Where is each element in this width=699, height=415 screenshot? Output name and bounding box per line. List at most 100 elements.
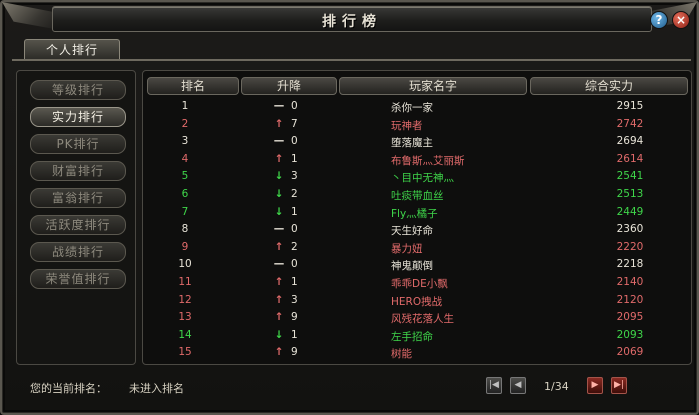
power-cell: 2220 bbox=[616, 240, 644, 253]
trend-arrow-icon: ↓ bbox=[274, 170, 284, 183]
table-row[interactable]: 11 ↑ 1 乖乖DE小飘 2140 bbox=[143, 275, 693, 290]
current-rank-label: 您的当前排名： bbox=[30, 382, 107, 395]
power-cell: 2694 bbox=[616, 135, 644, 148]
title-bar[interactable]: 排行榜 bbox=[52, 6, 652, 32]
trend-arrow-icon: — bbox=[273, 258, 285, 271]
power-cell: 2120 bbox=[616, 293, 644, 306]
next-page-icon[interactable]: ▶ bbox=[587, 377, 603, 394]
rank-cell: 12 bbox=[178, 293, 192, 306]
power-cell: 2915 bbox=[616, 100, 644, 112]
power-cell: 2218 bbox=[616, 258, 644, 271]
power-cell: 2513 bbox=[616, 188, 644, 200]
table-row[interactable]: 4 ↑ 1 布鲁斯灬艾丽斯 2614 bbox=[143, 152, 693, 167]
rank-cell: 8 bbox=[181, 223, 189, 236]
first-page-icon[interactable]: |◀ bbox=[486, 377, 502, 394]
table-row[interactable]: 7 ↓ 1 Fly灬橘子 2449 bbox=[143, 205, 693, 220]
rank-cell: 5 bbox=[181, 170, 189, 183]
category-button[interactable]: 财富排行 bbox=[30, 161, 126, 181]
change-cell: 1 bbox=[291, 205, 298, 218]
power-cell: 2360 bbox=[616, 223, 644, 236]
trend-arrow-icon: ↑ bbox=[274, 240, 284, 253]
table-row[interactable]: 10—0 神鬼颠倒 2218 bbox=[143, 257, 693, 272]
ranking-window: 排行榜 ? × 个人排行 等级排行实力排行 PK排行财富排行富翁排行活跃度排行战绩… bbox=[0, 0, 699, 415]
table-row[interactable]: 3—0 堕落魔主 2694 bbox=[143, 134, 693, 149]
table-row[interactable]: 5 ↓ 3 丶目中无神灬 2541 bbox=[143, 169, 693, 184]
rank-cell: 13 bbox=[178, 311, 192, 324]
power-cell: 2614 bbox=[616, 152, 644, 165]
category-button[interactable]: 活跃度排行 bbox=[30, 215, 126, 235]
trend-arrow-icon: ↑ bbox=[274, 293, 284, 306]
table-row[interactable]: 13 ↑ 9 风残花落人生 2095 bbox=[143, 310, 693, 325]
power-cell: 2541 bbox=[616, 170, 644, 183]
rank-cell: 2 bbox=[181, 117, 189, 130]
change-cell: 0 bbox=[291, 100, 298, 112]
rank-cell: 7 bbox=[181, 205, 189, 218]
tab-personal-ranking[interactable]: 个人排行 bbox=[24, 39, 120, 60]
help-icon[interactable]: ? bbox=[650, 11, 668, 29]
rank-cell: 10 bbox=[178, 258, 192, 271]
trend-arrow-icon: ↑ bbox=[274, 311, 284, 324]
category-button[interactable]: 等级排行 bbox=[30, 80, 126, 100]
change-cell: 0 bbox=[291, 223, 298, 236]
prev-page-icon[interactable]: ◀ bbox=[510, 377, 526, 394]
header-player-name[interactable]: 玩家名字 bbox=[339, 77, 527, 95]
table-row[interactable]: 8—0 天生好命 2360 bbox=[143, 222, 693, 237]
header-power[interactable]: 综合实力 bbox=[530, 77, 688, 95]
table-row[interactable]: 12 ↑ 3 HERO拽战 2120 bbox=[143, 293, 693, 308]
rank-cell: 6 bbox=[181, 188, 189, 200]
table-row[interactable]: 1—0 杀你一家 2915 bbox=[143, 99, 693, 114]
power-cell: 2093 bbox=[616, 328, 644, 341]
rank-cell: 9 bbox=[181, 240, 189, 253]
category-panel: 等级排行实力排行 PK排行财富排行富翁排行活跃度排行战绩排行荣誉值排行 bbox=[16, 70, 136, 365]
change-cell: 2 bbox=[291, 188, 298, 200]
power-cell: 2069 bbox=[616, 346, 644, 359]
power-cell: 2449 bbox=[616, 205, 644, 218]
rank-cell: 15 bbox=[178, 346, 192, 359]
rank-cell: 3 bbox=[181, 135, 189, 148]
header-change[interactable]: 升降 bbox=[241, 77, 337, 95]
category-button[interactable]: PK排行 bbox=[30, 134, 126, 154]
trend-arrow-icon: ↑ bbox=[274, 346, 284, 359]
trend-arrow-icon: ↑ bbox=[274, 276, 284, 288]
change-cell: 9 bbox=[291, 346, 298, 359]
page-indicator: 1/34 bbox=[544, 380, 569, 393]
rank-cell: 11 bbox=[178, 276, 192, 288]
change-cell: 0 bbox=[291, 135, 298, 148]
trend-arrow-icon: ↑ bbox=[274, 152, 284, 165]
tab-divider bbox=[12, 59, 691, 61]
power-cell: 2095 bbox=[616, 311, 644, 324]
change-cell: 1 bbox=[291, 328, 298, 341]
rank-cell: 14 bbox=[178, 328, 192, 341]
rank-cell: 1 bbox=[181, 100, 189, 112]
table-row[interactable]: 2 ↑ 7 玩神者 2742 bbox=[143, 117, 693, 132]
category-button[interactable]: 富翁排行 bbox=[30, 188, 126, 208]
trend-arrow-icon: ↓ bbox=[274, 328, 284, 341]
table-row[interactable]: 9 ↑ 2 暴力妞 2220 bbox=[143, 240, 693, 255]
category-button[interactable]: 战绩排行 bbox=[30, 242, 126, 262]
trend-arrow-icon: ↑ bbox=[274, 117, 284, 130]
window-title: 排行榜 bbox=[322, 14, 382, 30]
power-cell: 2140 bbox=[616, 276, 644, 288]
rank-cell: 4 bbox=[181, 152, 189, 165]
trend-arrow-icon: ↓ bbox=[274, 188, 284, 200]
category-button[interactable]: 实力排行 bbox=[30, 107, 126, 127]
last-page-icon[interactable]: ▶| bbox=[611, 377, 627, 394]
table-row[interactable]: 6 ↓ 2 吐痰带血丝 2513 bbox=[143, 187, 693, 202]
category-button[interactable]: 荣誉值排行 bbox=[30, 269, 126, 289]
table-row[interactable]: 15 ↑ 9 树能 2069 bbox=[143, 345, 693, 360]
current-rank-value: 未进入排名 bbox=[129, 382, 184, 395]
ranking-table: 排名 升降 玩家名字 综合实力 1—0 杀你一家 2915 2 ↑ 7 玩神者 2742 3—0… bbox=[142, 70, 692, 365]
close-icon[interactable]: × bbox=[672, 11, 690, 29]
change-cell: 7 bbox=[291, 117, 298, 130]
header-rank[interactable]: 排名 bbox=[147, 77, 239, 95]
change-cell: 3 bbox=[291, 170, 298, 183]
change-cell: 0 bbox=[291, 258, 298, 271]
change-cell: 1 bbox=[291, 152, 298, 165]
change-cell: 1 bbox=[291, 276, 298, 288]
change-cell: 3 bbox=[291, 293, 298, 306]
trend-arrow-icon: — bbox=[273, 135, 285, 148]
trend-arrow-icon: — bbox=[273, 223, 285, 236]
power-cell: 2742 bbox=[616, 117, 644, 130]
change-cell: 2 bbox=[291, 240, 298, 253]
table-row[interactable]: 14 ↓ 1 左手招命 2093 bbox=[143, 328, 693, 343]
